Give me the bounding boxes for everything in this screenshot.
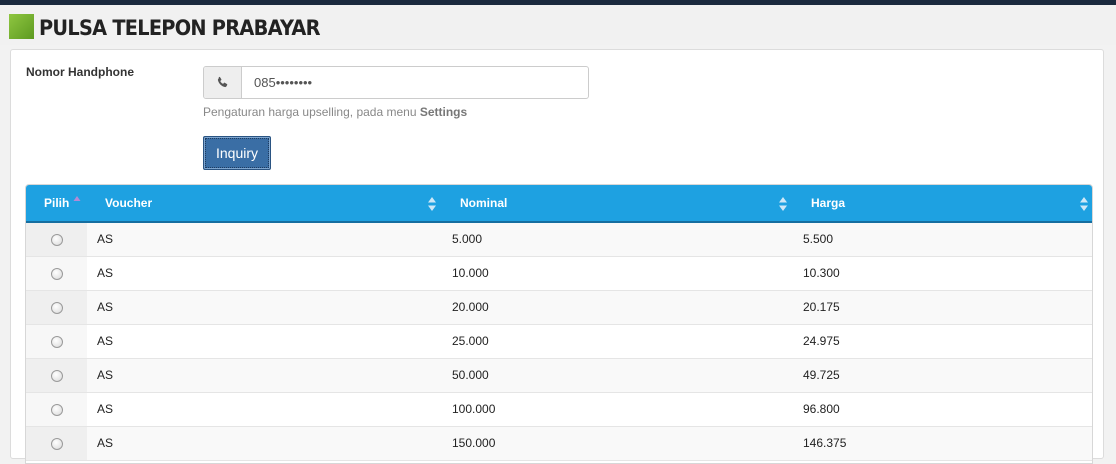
pilih-cell [26,324,87,359]
voucher-cell: AS [87,222,442,257]
phone-input[interactable] [243,67,588,98]
harga-cell: 146.375 [793,426,1092,461]
pilih-cell [26,426,87,461]
voucher-cell: AS [87,426,442,461]
settings-link: Settings [419,105,468,119]
table-header-row: Pilih Voucher Nominal Harga [26,185,1092,223]
nominal-cell: 10.000 [442,256,793,291]
table-row[interactable]: AS 25.000 24.975 [26,324,1092,359]
voucher-cell: AS [87,358,442,393]
select-radio[interactable] [50,437,63,450]
sort-icon [1080,197,1088,211]
phone-input-group[interactable] [203,66,589,99]
column-header-voucher[interactable]: Voucher [87,185,442,223]
voucher-table: Pilih Voucher Nominal Harga AS 5.000 5.5… [25,184,1093,464]
title-square-icon [9,14,34,39]
table-row[interactable]: AS 150.000 146.375 [26,426,1092,461]
table-row[interactable]: AS 50.000 49.725 [26,358,1092,393]
select-radio[interactable] [50,369,63,382]
nominal-cell: 150.000 [442,426,793,461]
nominal-cell: 50.000 [442,358,793,393]
column-header-harga[interactable]: Harga [793,185,1092,223]
help-text: Pengaturan harga upselling, pada menu Se… [203,105,467,119]
harga-cell: 49.725 [793,358,1092,393]
page-title: PULSA TELEPON PRABAYAR [39,16,320,40]
sort-asc-icon [73,196,81,201]
voucher-cell: AS [87,392,442,427]
harga-cell: 5.500 [793,222,1092,257]
help-text-main: Pengaturan harga upselling, pada menu [203,105,420,119]
nominal-cell: 5.000 [442,222,793,257]
pilih-cell [26,358,87,393]
sort-icon [779,197,787,211]
column-header-pilih[interactable]: Pilih [26,185,87,223]
page-header: PULSA TELEPON PRABAYAR [0,5,1116,45]
harga-cell: 10.300 [793,256,1092,291]
nominal-cell: 25.000 [442,324,793,359]
inquiry-button[interactable]: Inquiry [203,136,271,170]
select-radio[interactable] [50,403,63,416]
select-radio[interactable] [50,267,63,280]
nominal-cell: 20.000 [442,290,793,325]
select-radio[interactable] [50,335,63,348]
table-row[interactable]: AS 100.000 96.800 [26,392,1092,427]
pilih-cell [26,392,87,427]
phone-icon [204,67,242,98]
voucher-cell: AS [87,256,442,291]
sort-icon [428,197,436,211]
voucher-cell: AS [87,324,442,359]
harga-cell: 24.975 [793,324,1092,359]
nominal-cell: 100.000 [442,392,793,427]
table-row[interactable]: AS 20.000 20.175 [26,290,1092,325]
select-radio[interactable] [50,233,63,246]
harga-cell: 20.175 [793,290,1092,325]
phone-label: Nomor Handphone [26,65,134,79]
pilih-cell [26,256,87,291]
select-radio[interactable] [50,301,63,314]
column-header-nominal[interactable]: Nominal [442,185,793,223]
harga-cell: 96.800 [793,392,1092,427]
table-row[interactable]: AS 10.000 10.300 [26,256,1092,291]
pilih-cell [26,222,87,257]
table-row[interactable]: AS 5.000 5.500 [26,222,1092,257]
voucher-cell: AS [87,290,442,325]
pilih-cell [26,290,87,325]
